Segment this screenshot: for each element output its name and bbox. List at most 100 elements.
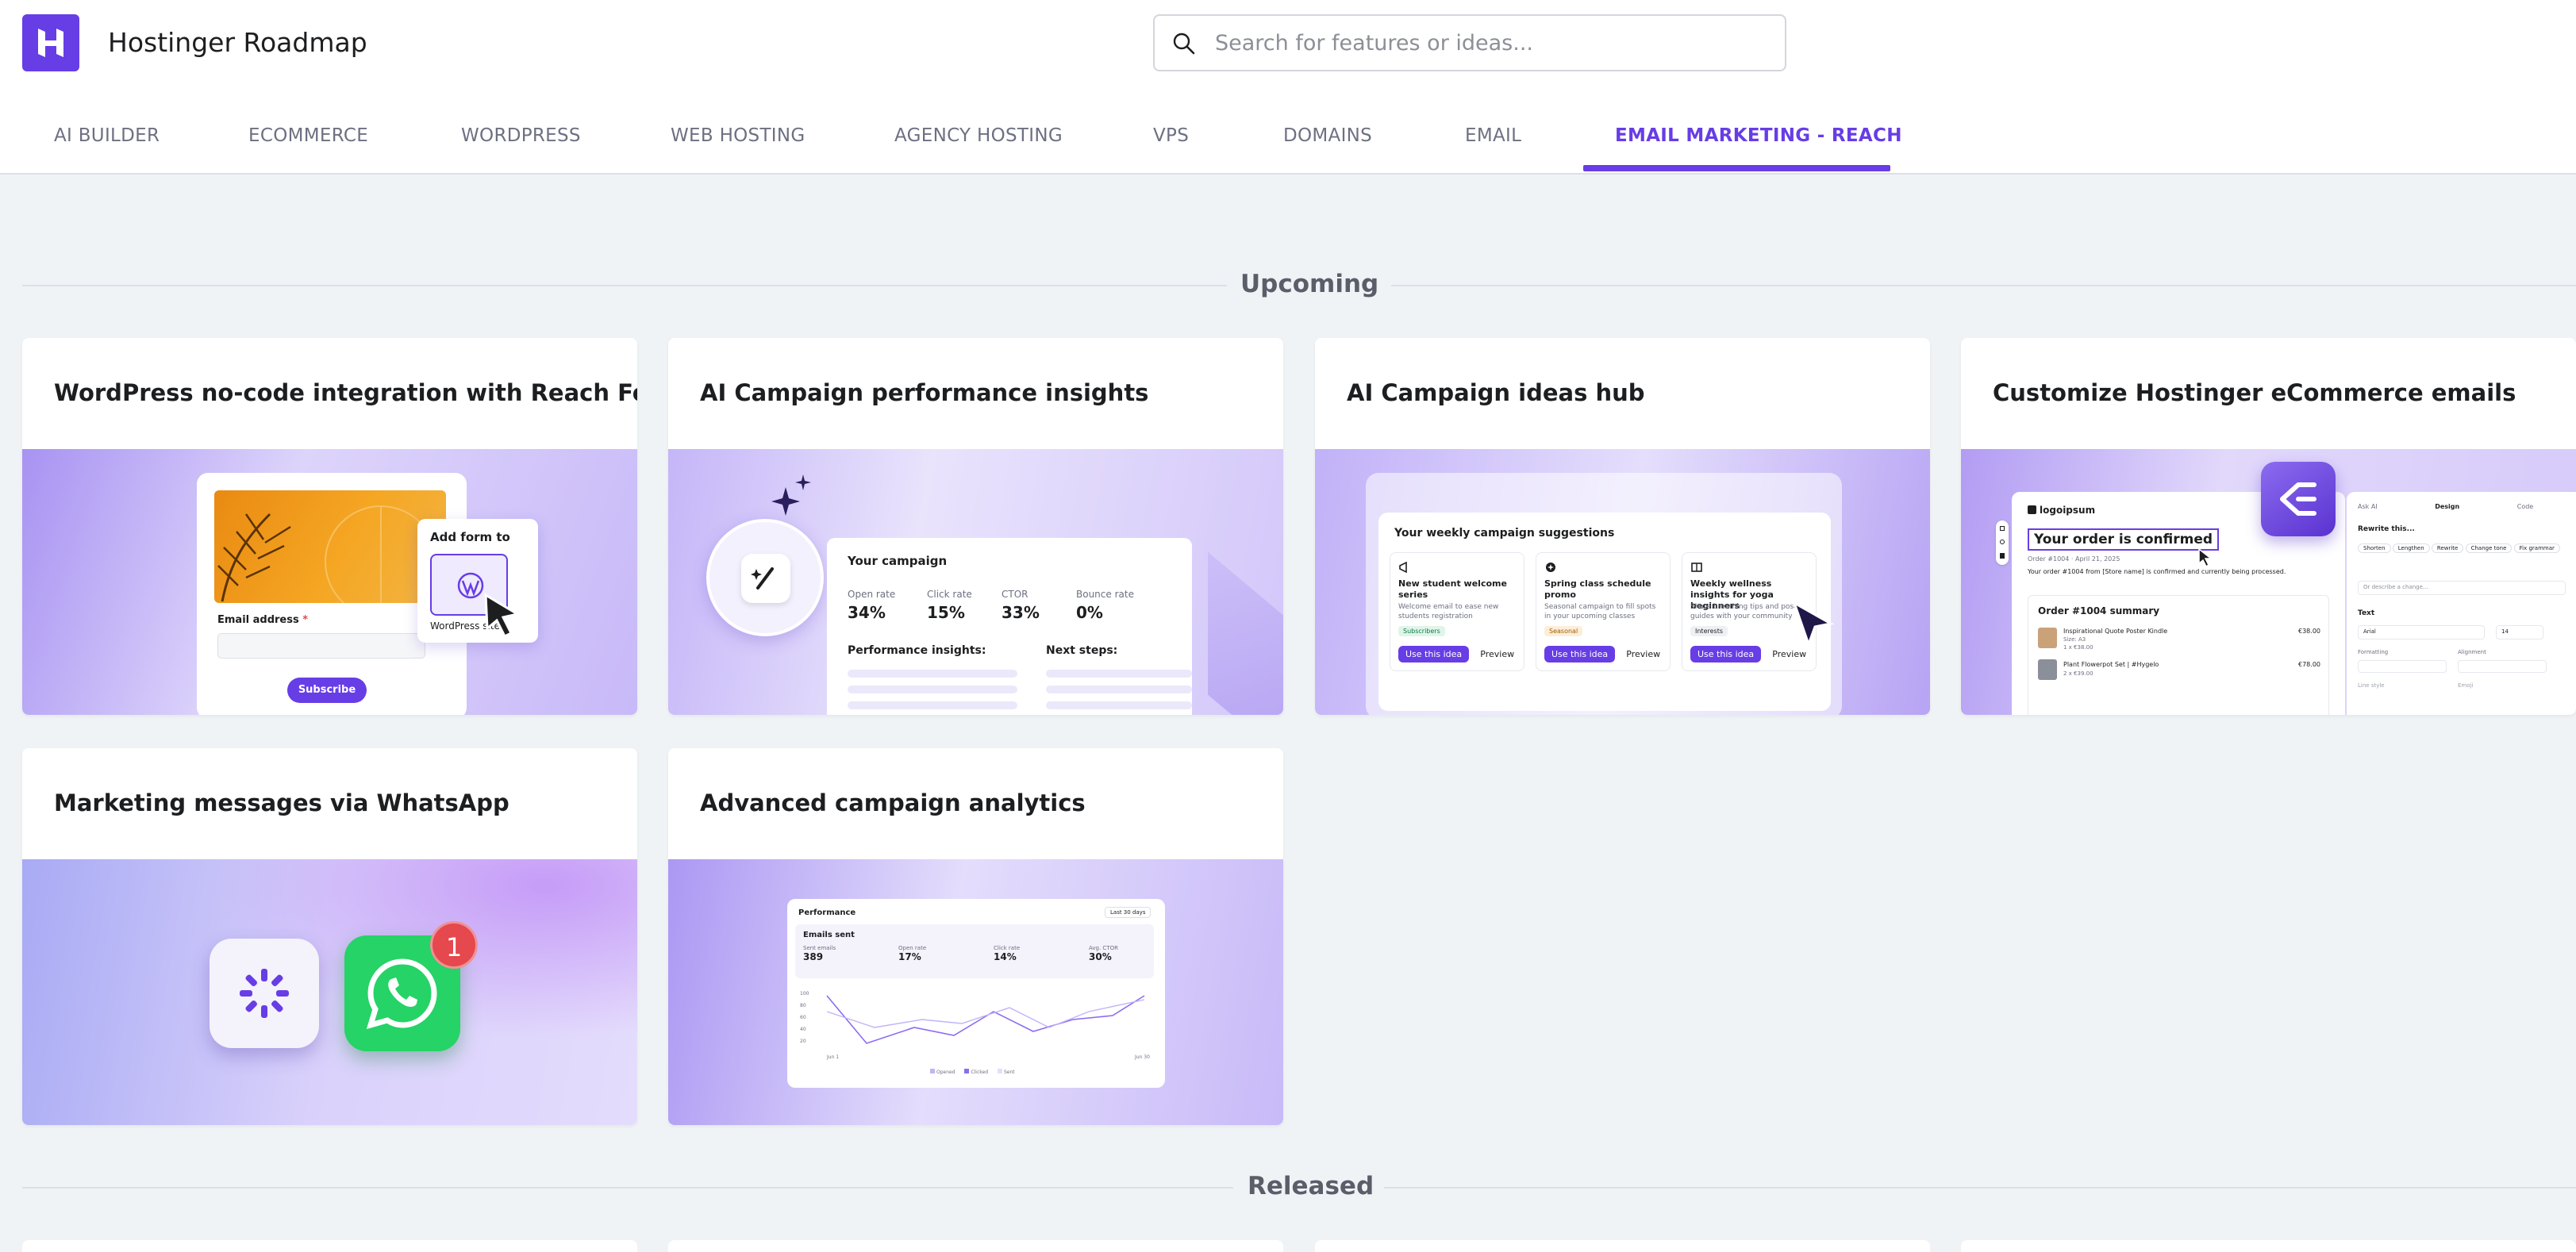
add-form-label: Add form to xyxy=(430,530,510,544)
performance-heading: Performance xyxy=(798,908,856,917)
search-box[interactable] xyxy=(1153,14,1786,71)
card-image: Email address * Subscribe Add form to Wo… xyxy=(22,449,637,715)
tab-ai-builder[interactable]: AI BUILDER xyxy=(54,102,160,175)
tab-wordpress[interactable]: WORDPRESS xyxy=(461,102,581,175)
line-style-label: Line style xyxy=(2358,682,2385,689)
use-idea-button[interactable]: Use this idea xyxy=(1690,646,1762,662)
card-title: Customize Hostinger eCommerce emails xyxy=(1993,379,2516,406)
delete-icon[interactable] xyxy=(2000,553,2005,559)
idea-tag: Interests xyxy=(1690,626,1728,636)
summary-title: Order #1004 summary xyxy=(2038,605,2160,616)
star-badge-icon xyxy=(1546,563,1555,572)
card-image: Your campaign Open rate 34% Click rate 1… xyxy=(668,449,1283,715)
suggestions-heading: Your weekly campaign suggestions xyxy=(1394,527,1615,540)
tab-domains[interactable]: DOMAINS xyxy=(1283,102,1372,175)
x-axis-end: Jun 30 xyxy=(1135,1054,1150,1060)
order-message: Your order #1004 from [Store name] is co… xyxy=(2028,568,2286,575)
roadmap-card[interactable]: Customize Hostinger eCommerce emails log… xyxy=(1961,338,2576,715)
sparkle-icon xyxy=(771,474,811,516)
book-icon xyxy=(1691,563,1702,572)
top-bar: Hostinger Roadmap AI BUILDER ECOMMERCE W… xyxy=(0,0,2576,175)
tab-email-marketing-reach[interactable]: EMAIL MARKETING - REACH xyxy=(1615,102,1902,175)
stat: Open rate 34% xyxy=(848,589,896,622)
email-headline[interactable]: Your order is confirmed xyxy=(2028,528,2220,551)
idea-card[interactable]: Spring class schedule promo Seasonal cam… xyxy=(1536,552,1671,671)
divider xyxy=(1384,1187,2576,1189)
roadmap-card[interactable] xyxy=(1961,1240,2576,1252)
section-title-upcoming: Upcoming xyxy=(1240,270,1379,298)
roadmap-card[interactable] xyxy=(668,1240,1283,1252)
category-tabs: AI BUILDER ECOMMERCE WORDPRESS WEB HOSTI… xyxy=(0,102,2063,175)
roadmap-card[interactable]: WordPress no-code integration with Reach… xyxy=(22,338,637,715)
search-icon xyxy=(1173,33,1195,55)
formatting-buttons[interactable] xyxy=(2358,660,2447,673)
cursor-icon xyxy=(1792,600,1835,647)
panel-tab-ask-ai[interactable]: Ask AI xyxy=(2358,503,2378,510)
preview-button[interactable]: Preview xyxy=(1765,646,1813,662)
app-title[interactable]: Hostinger Roadmap xyxy=(108,27,367,58)
card-image: logoipsum Your order is confirmed Order … xyxy=(1961,449,2576,715)
preview-button[interactable]: Preview xyxy=(1473,646,1521,662)
ai-editor-panel: Ask AI Design Code Rewrite this... Short… xyxy=(2347,492,2576,715)
text-section-label: Text xyxy=(2358,609,2375,617)
performance-panel: Performance Last 30 days Emails sent Sen… xyxy=(787,899,1165,1088)
roadmap-card[interactable]: AI Campaign performance insights Your ca… xyxy=(668,338,1283,715)
notification-badge: 1 xyxy=(430,921,478,969)
stat: Bounce rate 0% xyxy=(1076,589,1134,622)
panel-tab-design[interactable]: Design xyxy=(2435,503,2459,510)
date-range-select[interactable]: Last 30 days xyxy=(1105,907,1152,918)
required-mark: * xyxy=(302,614,309,626)
legend-swatch xyxy=(930,1069,935,1073)
roadmap-card[interactable]: AI Campaign ideas hub Your weekly campai… xyxy=(1315,338,1930,715)
stats-row: Emails sent Sent emails 389 Open rate 17% … xyxy=(795,924,1154,978)
wordpress-icon xyxy=(457,572,484,599)
product-thumbnail xyxy=(2038,659,2057,680)
megaphone-icon xyxy=(1399,561,1407,574)
font-select[interactable]: Arial xyxy=(2358,625,2485,639)
panel-tab-code[interactable]: Code xyxy=(2517,503,2533,510)
chart-legend: Opened Clicked Sent xyxy=(930,1069,1015,1075)
font-size-select[interactable]: 14 xyxy=(2496,625,2543,639)
email-field-label: Email address xyxy=(217,614,299,626)
tab-ecommerce[interactable]: ECOMMERCE xyxy=(248,102,368,175)
roadmap-card[interactable]: Advanced campaign analytics Performance … xyxy=(668,748,1283,1125)
roadmap-card[interactable] xyxy=(1315,1240,1930,1252)
suggestions-panel: Your weekly campaign suggestions New stu… xyxy=(1378,513,1831,711)
cursor-icon xyxy=(484,593,521,638)
idea-tag: Subscribers xyxy=(1398,626,1445,636)
hostinger-logo-icon[interactable] xyxy=(22,14,79,71)
alignment-buttons[interactable] xyxy=(2458,660,2547,673)
line-chart xyxy=(826,995,1145,1044)
divider xyxy=(22,1187,1233,1189)
y-axis-ticks: 100 80 60 40 20 xyxy=(800,991,809,1044)
link-icon[interactable] xyxy=(2000,540,2005,544)
idea-card[interactable]: New student welcome series Welcome email… xyxy=(1390,552,1524,671)
card-title: AI Campaign ideas hub xyxy=(1347,379,1645,406)
x-axis-start: Jun 1 xyxy=(827,1054,840,1060)
roadmap-card[interactable] xyxy=(22,1240,637,1252)
tab-web-hosting[interactable]: WEB HOSTING xyxy=(671,102,805,175)
search-input[interactable] xyxy=(1215,25,1771,60)
card-image: 1 xyxy=(22,859,637,1125)
tab-email[interactable]: EMAIL xyxy=(1465,102,1521,175)
campaign-heading: Your campaign xyxy=(848,554,948,568)
use-idea-button[interactable]: Use this idea xyxy=(1398,646,1470,662)
email-field[interactable] xyxy=(217,633,425,659)
ai-badge xyxy=(706,519,824,636)
tab-vps[interactable]: VPS xyxy=(1153,102,1189,175)
move-icon[interactable] xyxy=(2000,526,2005,531)
editor-toolbar xyxy=(1996,520,2009,565)
legend-swatch xyxy=(997,1069,1002,1073)
describe-change-input[interactable]: Or describe a change... xyxy=(2358,581,2566,595)
section-title-released: Released xyxy=(1248,1172,1375,1200)
preview-button[interactable]: Preview xyxy=(1619,646,1667,662)
roadmap-card[interactable]: Marketing messages via WhatsApp 1 xyxy=(22,748,637,1125)
next-steps-label: Next steps: xyxy=(1046,644,1118,657)
tab-agency-hosting[interactable]: AGENCY HOSTING xyxy=(894,102,1063,175)
active-tab-indicator xyxy=(1583,165,1890,171)
use-idea-button[interactable]: Use this idea xyxy=(1544,646,1616,662)
product-thumbnail xyxy=(2038,628,2057,648)
section-upcoming: Upcoming xyxy=(22,270,2576,301)
subscribe-button[interactable]: Subscribe xyxy=(287,678,367,703)
card-image: Performance Last 30 days Emails sent Sen… xyxy=(668,859,1283,1125)
